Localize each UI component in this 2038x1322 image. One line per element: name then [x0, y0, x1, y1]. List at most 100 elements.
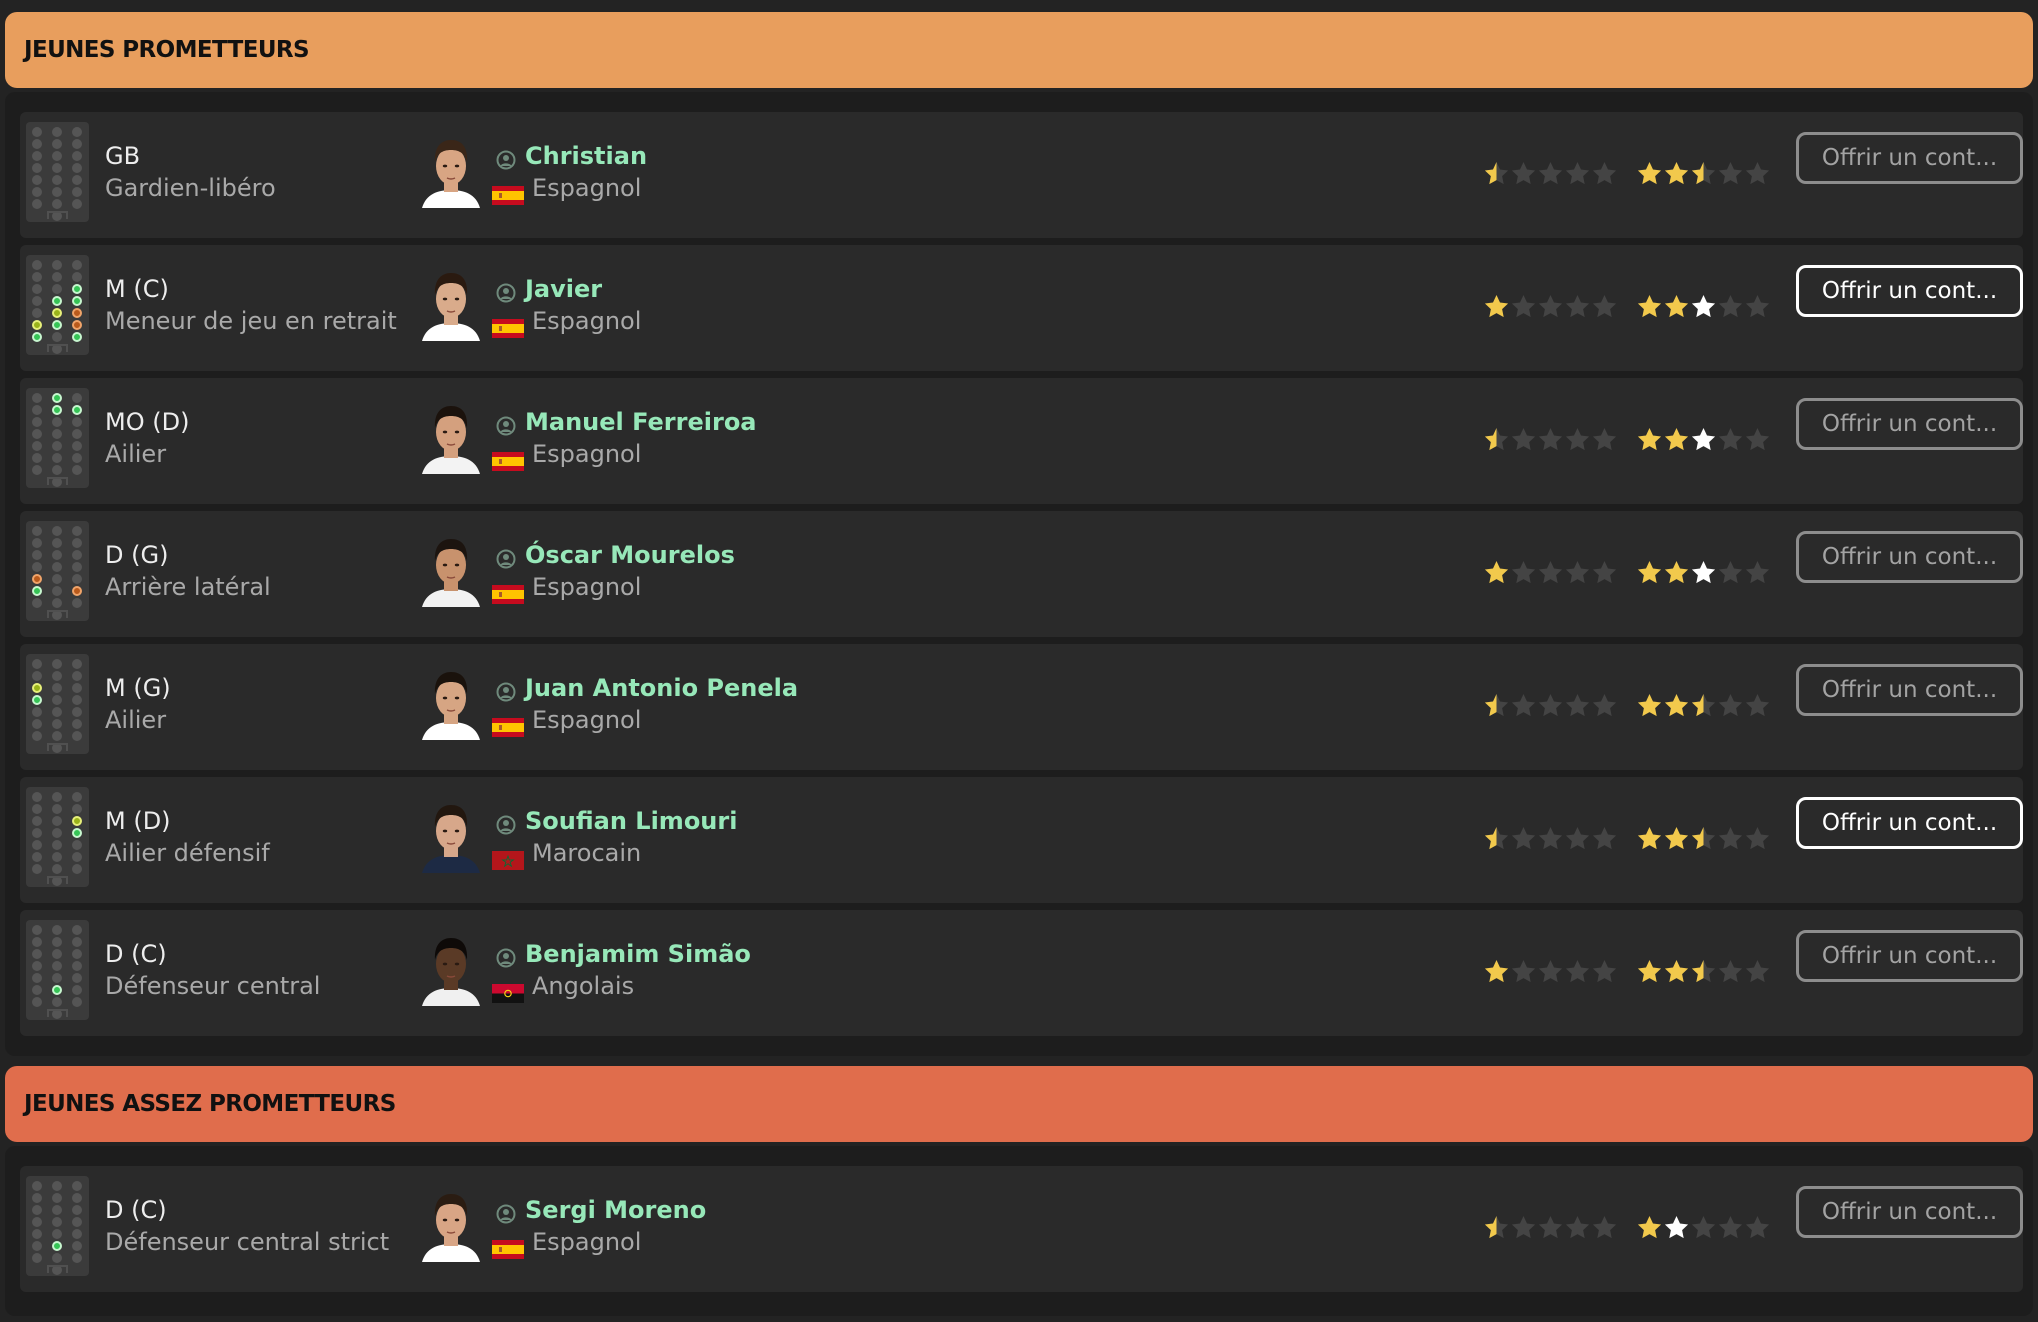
star-icon [1511, 827, 1536, 850]
pitch-dot [52, 985, 62, 995]
pitch-dot [52, 187, 62, 197]
person-icon [496, 150, 516, 170]
pitch-dot [72, 683, 82, 693]
pitch-dot [52, 1181, 62, 1191]
star-icon [1637, 694, 1662, 717]
star-icon [1637, 162, 1662, 185]
offer-contract-button[interactable]: Offrir un cont... [1796, 1186, 2023, 1238]
player-row[interactable]: GB Gardien-libéro Christian Espagnol Off… [20, 112, 2023, 238]
offer-contract-button[interactable]: Offrir un cont... [1796, 531, 2023, 583]
player-photo-frame[interactable] [420, 130, 482, 208]
position-pitch-icon [26, 920, 89, 1020]
person-icon [496, 948, 516, 968]
player-name[interactable]: Benjamim Simão [525, 940, 751, 968]
player-row[interactable]: MO (D) Ailier Manuel Ferreiroa Espagnol … [20, 378, 2023, 504]
goal-mark [47, 743, 68, 751]
star-icon [1745, 561, 1770, 584]
player-photo-frame[interactable] [420, 396, 482, 474]
star-icon [1484, 827, 1509, 850]
player-name[interactable]: Óscar Mourelos [525, 541, 735, 569]
player-name[interactable]: Javier [525, 275, 602, 303]
star-icon [1484, 960, 1509, 983]
star-icon [1637, 295, 1662, 318]
star-icon [1691, 428, 1716, 451]
player-photo-frame[interactable] [420, 928, 482, 1006]
pitch-dot [72, 260, 82, 270]
star-icon [1565, 428, 1590, 451]
player-name[interactable]: Juan Antonio Penela [525, 674, 798, 702]
player-photo-frame[interactable] [420, 662, 482, 740]
star-icon [1637, 827, 1662, 850]
player-name[interactable]: Sergi Moreno [525, 1196, 706, 1224]
player-photo-frame[interactable] [420, 263, 482, 341]
pitch-dot [52, 997, 62, 1007]
star-icon [1592, 1216, 1617, 1239]
pitch-dot [52, 695, 62, 705]
player-photo-frame[interactable] [420, 795, 482, 873]
pitch-dot [32, 538, 42, 548]
player-photo [422, 938, 480, 1006]
star-icon [1691, 162, 1716, 185]
pitch-dot [52, 792, 62, 802]
star-icon [1745, 162, 1770, 185]
player-photo [422, 140, 480, 208]
pitch-dot [32, 973, 42, 983]
pitch-dot [32, 1253, 42, 1263]
pitch-dot [52, 393, 62, 403]
pitch-dot [72, 296, 82, 306]
pitch-dot [52, 598, 62, 608]
pitch-dot [32, 296, 42, 306]
player-row[interactable]: D (C) Défenseur central Benjamim Simão A… [20, 910, 2023, 1036]
position-pitch-icon [26, 255, 89, 355]
pitch-dot [32, 985, 42, 995]
star-icon [1664, 295, 1689, 318]
pitch-dot [32, 441, 42, 451]
player-row[interactable]: D (C) Défenseur central strict Sergi Mor… [20, 1166, 2023, 1292]
pitch-dot [32, 961, 42, 971]
offer-contract-button[interactable]: Offrir un cont... [1796, 797, 2023, 849]
star-icon [1538, 960, 1563, 983]
current-ability-stars [1483, 559, 1618, 587]
player-row[interactable]: M (C) Meneur de jeu en retrait Javier Es… [20, 245, 2023, 371]
star-icon [1592, 960, 1617, 983]
pitch-dot [32, 393, 42, 403]
star-icon [1592, 295, 1617, 318]
player-row[interactable]: D (G) Arrière latéral Óscar Mourelos Esp… [20, 511, 2023, 637]
player-photo-frame[interactable] [420, 1184, 482, 1262]
player-position: M (G) [105, 674, 171, 702]
pitch-dot [32, 659, 42, 669]
pitch-dot [52, 562, 62, 572]
section-header-fairly-promising: JEUNES ASSEZ PROMETTEURS [5, 1066, 2033, 1142]
player-name[interactable]: Christian [525, 142, 647, 170]
player-row[interactable]: M (D) Ailier défensif Soufian Limouri Ma… [20, 777, 2023, 903]
pitch-dot [32, 586, 42, 596]
potential-ability-stars [1636, 426, 1771, 454]
pitch-dot [52, 1217, 62, 1227]
pitch-dot [32, 405, 42, 415]
player-row[interactable]: M (G) Ailier Juan Antonio Penela Espagno… [20, 644, 2023, 770]
star-icon [1565, 295, 1590, 318]
pitch-dot [52, 296, 62, 306]
player-role: Meneur de jeu en retrait [105, 307, 397, 335]
pitch-dot [52, 937, 62, 947]
offer-contract-button[interactable]: Offrir un cont... [1796, 930, 2023, 982]
star-icon [1565, 162, 1590, 185]
pitch-dot [72, 695, 82, 705]
pitch-dot [52, 284, 62, 294]
pitch-dot [72, 719, 82, 729]
player-name[interactable]: Manuel Ferreiroa [525, 408, 757, 436]
star-icon [1538, 295, 1563, 318]
pitch-dot [52, 659, 62, 669]
player-photo-frame[interactable] [420, 529, 482, 607]
player-name[interactable]: Soufian Limouri [525, 807, 737, 835]
offer-contract-button[interactable]: Offrir un cont... [1796, 664, 2023, 716]
offer-contract-button[interactable]: Offrir un cont... [1796, 265, 2023, 317]
pitch-dot [72, 441, 82, 451]
offer-contract-button[interactable]: Offrir un cont... [1796, 398, 2023, 450]
pitch-dot [52, 163, 62, 173]
pitch-dot [72, 659, 82, 669]
person-icon [496, 1204, 516, 1224]
star-icon [1592, 162, 1617, 185]
pitch-dot [32, 1205, 42, 1215]
offer-contract-button[interactable]: Offrir un cont... [1796, 132, 2023, 184]
